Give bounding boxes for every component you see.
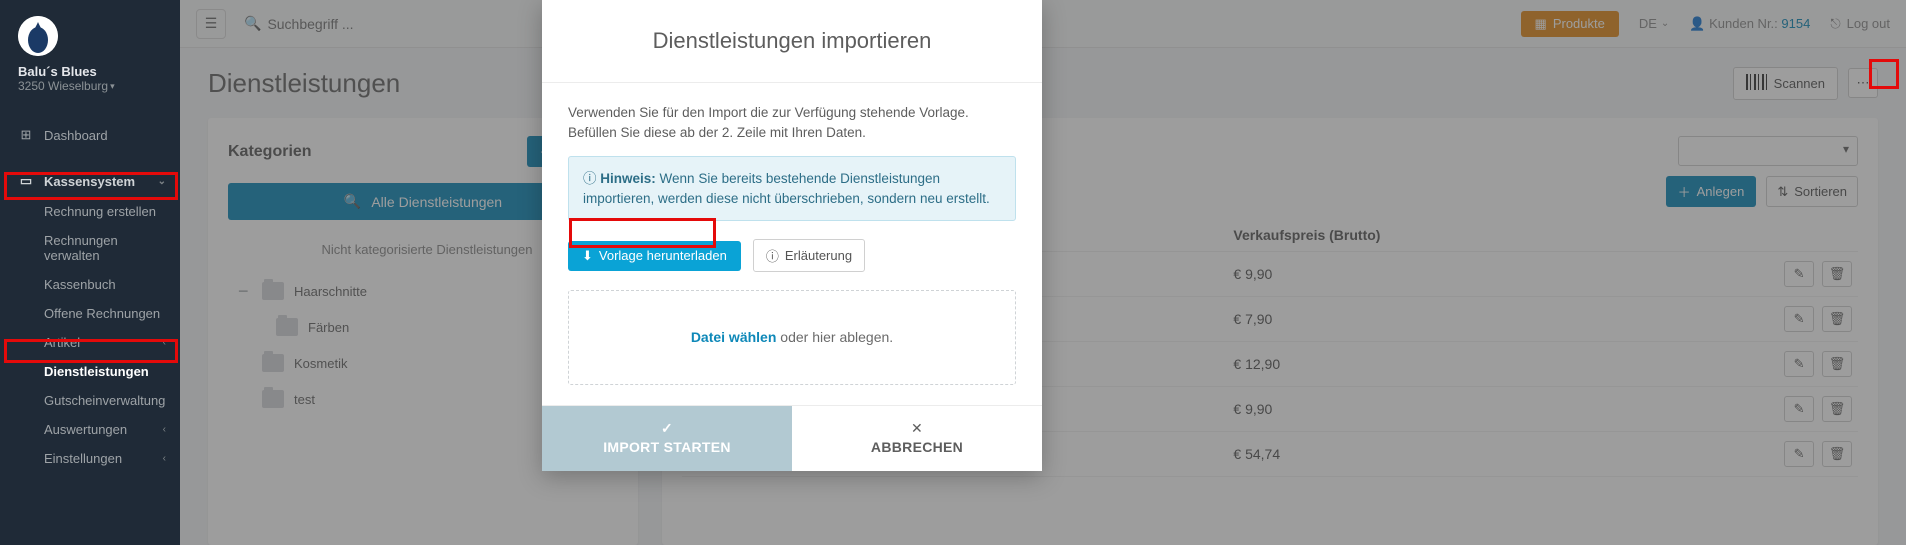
- brand-location-dropdown[interactable]: 3250 Wieselburg ▾: [18, 79, 162, 93]
- modal-head: Dienstleistungen importieren: [542, 0, 1042, 83]
- nav-dashboard-label: Dashboard: [44, 128, 108, 143]
- info-icon: ⓘ: [766, 246, 779, 265]
- dashboard-icon: ⊞: [18, 127, 34, 143]
- brand-name: Balu´s Blues: [18, 64, 162, 79]
- download-template-button[interactable]: ⬇ Vorlage herunterladen: [568, 241, 741, 271]
- brand-location-text: 3250 Wieselburg: [18, 79, 108, 93]
- nav-artikel[interactable]: Artikel‹: [44, 328, 180, 357]
- modal-backdrop[interactable]: [180, 0, 1906, 545]
- download-icon: ⬇: [582, 248, 593, 264]
- import-modal: Dienstleistungen importieren Verwenden S…: [542, 0, 1042, 471]
- nav-einstellungen[interactable]: Einstellungen‹: [44, 444, 180, 473]
- modal-button-row: ⬇ Vorlage herunterladen ⓘ Erläuterung: [568, 239, 1016, 272]
- download-label: Vorlage herunterladen: [599, 248, 727, 263]
- modal-lead-text: Verwenden Sie für den Import die zur Ver…: [568, 103, 1016, 142]
- brand-logo: [18, 16, 58, 56]
- info-icon: ⓘ: [583, 171, 600, 186]
- nav-gutscheinverwaltung[interactable]: Gutscheinverwaltung: [44, 386, 180, 415]
- erlaeuterung-label: Erläuterung: [785, 248, 852, 263]
- nav-kassensystem[interactable]: ▭ Kassensystem ⌄: [0, 165, 180, 197]
- nav-kassensystem-label: Kassensystem: [44, 174, 135, 189]
- drop-rest-text: oder hier ablegen.: [776, 329, 893, 345]
- brand-block: Balu´s Blues 3250 Wieselburg ▾: [0, 0, 180, 97]
- chevron-left-icon: ‹: [163, 337, 166, 348]
- check-icon: ✓: [542, 420, 792, 437]
- import-start-button[interactable]: ✓ IMPORT STARTEN: [542, 406, 792, 471]
- chevron-left-icon: ‹: [163, 424, 166, 435]
- cancel-label: ABBRECHEN: [871, 439, 963, 455]
- nav-kassensystem-sub: Rechnung erstellen Rechnungen verwalten …: [0, 197, 180, 473]
- modal-body: Verwenden Sie für den Import die zur Ver…: [542, 83, 1042, 405]
- chevron-down-icon: ⌄: [158, 176, 166, 187]
- hint-prefix: Hinweis:: [600, 171, 656, 186]
- nav-dienstleistungen[interactable]: Dienstleistungen: [44, 357, 180, 386]
- modal-title: Dienstleistungen importieren: [562, 28, 1022, 54]
- sidebar: Balu´s Blues 3250 Wieselburg ▾ ⊞ Dashboa…: [0, 0, 180, 545]
- nav-kassenbuch[interactable]: Kassenbuch: [44, 270, 180, 299]
- file-drop-zone[interactable]: Datei wählen oder hier ablegen.: [568, 290, 1016, 384]
- hint-box: ⓘ Hinweis: Wenn Sie bereits bestehende D…: [568, 156, 1016, 221]
- nav-offene-rechnungen[interactable]: Offene Rechnungen: [44, 299, 180, 328]
- caret-down-icon: ▾: [110, 81, 115, 92]
- import-start-label: IMPORT STARTEN: [603, 439, 731, 455]
- nav-rechnungen-verwalten[interactable]: Rechnungen verwalten: [44, 226, 180, 270]
- nav-rechnung-erstellen[interactable]: Rechnung erstellen: [44, 197, 180, 226]
- main-nav: ⊞ Dashboard ▭ Kassensystem ⌄ Rechnung er…: [0, 119, 180, 473]
- choose-file-link[interactable]: Datei wählen: [691, 329, 777, 345]
- erlaeuterung-button[interactable]: ⓘ Erläuterung: [753, 239, 865, 272]
- chevron-left-icon: ‹: [163, 453, 166, 464]
- cash-icon: ▭: [18, 173, 34, 189]
- modal-footer: ✓ IMPORT STARTEN ✕ ABBRECHEN: [542, 405, 1042, 471]
- close-icon: ✕: [792, 420, 1042, 437]
- cancel-button[interactable]: ✕ ABBRECHEN: [792, 406, 1042, 471]
- nav-dashboard[interactable]: ⊞ Dashboard: [0, 119, 180, 151]
- nav-auswertungen[interactable]: Auswertungen‹: [44, 415, 180, 444]
